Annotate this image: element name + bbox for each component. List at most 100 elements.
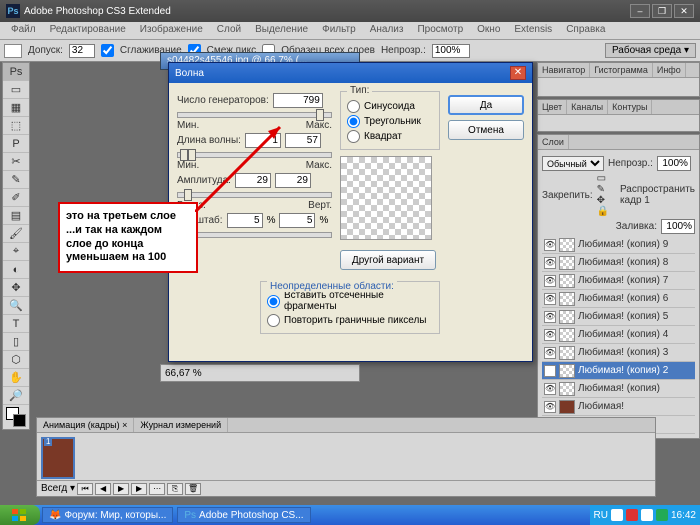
generators-slider[interactable] bbox=[177, 112, 332, 118]
wavelength-min-input[interactable] bbox=[245, 133, 281, 148]
visibility-icon[interactable]: 👁 bbox=[544, 293, 556, 305]
tab-layers[interactable]: Слои bbox=[538, 135, 569, 149]
tool-eraser[interactable]: ◐ bbox=[3, 261, 29, 279]
menu-filter[interactable]: Фильтр bbox=[315, 22, 363, 39]
layer-row[interactable]: 👁Любимая! (копия) 6 bbox=[542, 290, 695, 308]
undef-wrap-radio[interactable] bbox=[267, 295, 280, 308]
amplitude-max-input[interactable] bbox=[275, 173, 311, 188]
color-swatches[interactable] bbox=[3, 405, 29, 429]
visibility-icon[interactable]: 👁 bbox=[544, 365, 556, 377]
tab-paths[interactable]: Контуры bbox=[608, 100, 652, 114]
tool-hand[interactable]: ✋ bbox=[3, 369, 29, 387]
zoom-level[interactable]: 66,67 % bbox=[165, 368, 202, 379]
visibility-icon[interactable]: 👁 bbox=[544, 275, 556, 287]
randomize-button[interactable]: Другой вариант bbox=[340, 250, 436, 270]
ok-button[interactable]: Да bbox=[448, 95, 524, 115]
type-sine-radio[interactable] bbox=[347, 100, 360, 113]
tool-lasso[interactable]: ⬚ bbox=[3, 117, 29, 135]
task-photoshop[interactable]: PsAdobe Photoshop CS... bbox=[177, 507, 310, 523]
maximize-button[interactable]: ❐ bbox=[652, 4, 672, 18]
tab-animation[interactable]: Анимация (кадры) × bbox=[37, 418, 134, 432]
layer-row[interactable]: 👁Любимая! (копия) 9 bbox=[542, 236, 695, 254]
layer-row[interactable]: 👁Любимая! (копия) 5 bbox=[542, 308, 695, 326]
wavelength-max-input[interactable] bbox=[285, 133, 321, 148]
tray-icon[interactable] bbox=[656, 509, 668, 521]
tool-brush[interactable]: ▤ bbox=[3, 207, 29, 225]
tray-icon[interactable] bbox=[641, 509, 653, 521]
tool-heal[interactable]: ✐ bbox=[3, 189, 29, 207]
dialog-close-button[interactable]: ✕ bbox=[510, 66, 526, 80]
tab-info[interactable]: Инфо bbox=[653, 63, 686, 77]
visibility-icon[interactable]: 👁 bbox=[544, 401, 556, 413]
layer-row[interactable]: 👁Любимая! (копия) 8 bbox=[542, 254, 695, 272]
type-triangle-radio[interactable] bbox=[347, 115, 360, 128]
tab-navigator[interactable]: Навигатор bbox=[538, 63, 590, 77]
task-browser[interactable]: 🦊Форум: Мир, которы... bbox=[42, 507, 173, 523]
layer-row[interactable]: 👁Любимая! (копия) 4 bbox=[542, 326, 695, 344]
clock[interactable]: 16:42 bbox=[671, 510, 696, 521]
tool-shape[interactable]: ⬡ bbox=[3, 351, 29, 369]
amplitude-slider[interactable] bbox=[177, 192, 332, 198]
menu-layer[interactable]: Слой bbox=[210, 22, 248, 39]
tool-stamp[interactable]: 🖌 bbox=[3, 225, 29, 243]
layer-row[interactable]: 👁Любимая! (копия) 3 bbox=[542, 344, 695, 362]
layer-row[interactable]: 👁Любимая! (копия) bbox=[542, 380, 695, 398]
blend-mode-select[interactable]: Обычный bbox=[542, 156, 604, 171]
tray-icon[interactable] bbox=[626, 509, 638, 521]
type-square-radio[interactable] bbox=[347, 130, 360, 143]
scale-h-input[interactable] bbox=[227, 213, 263, 228]
first-frame-button[interactable]: ⏮ bbox=[77, 483, 93, 495]
scale-slider[interactable] bbox=[177, 232, 332, 238]
layer-opacity-input[interactable] bbox=[657, 156, 691, 171]
tab-measurement[interactable]: Журнал измерений bbox=[134, 418, 228, 432]
layer-row[interactable]: 👁Любимая! bbox=[542, 398, 695, 416]
tool-crop[interactable]: ✂ bbox=[3, 153, 29, 171]
visibility-icon[interactable]: 👁 bbox=[544, 383, 556, 395]
tool-gradient[interactable]: ✥ bbox=[3, 279, 29, 297]
tool-zoom[interactable]: 🔎 bbox=[3, 387, 29, 405]
antialias-checkbox[interactable] bbox=[101, 44, 114, 57]
undef-repeat-radio[interactable] bbox=[267, 314, 280, 327]
app-toggle[interactable]: Ps bbox=[3, 63, 29, 81]
visibility-icon[interactable]: 👁 bbox=[544, 257, 556, 269]
tool-eyedrop[interactable]: ✎ bbox=[3, 171, 29, 189]
tool-pen[interactable]: ▯ bbox=[3, 333, 29, 351]
menu-edit[interactable]: Редактирование bbox=[43, 22, 133, 39]
tool-blur[interactable]: 🔍 bbox=[3, 297, 29, 315]
tool-type[interactable]: T bbox=[3, 315, 29, 333]
tool-marquee[interactable]: ▦ bbox=[3, 99, 29, 117]
animation-frame[interactable]: 1 0 сек. bbox=[41, 437, 75, 479]
tab-channels[interactable]: Каналы bbox=[567, 100, 608, 114]
menu-window[interactable]: Окно bbox=[470, 22, 507, 39]
menu-file[interactable]: Файл bbox=[4, 22, 43, 39]
menu-analysis[interactable]: Анализ bbox=[363, 22, 411, 39]
tolerance-input[interactable] bbox=[69, 44, 95, 58]
scale-v-input[interactable] bbox=[279, 213, 315, 228]
tool-wand[interactable]: P bbox=[3, 135, 29, 153]
language-indicator[interactable]: RU bbox=[594, 510, 608, 521]
prev-frame-button[interactable]: ◀ bbox=[95, 483, 111, 495]
visibility-icon[interactable]: 👁 bbox=[544, 347, 556, 359]
tab-histogram[interactable]: Гистограмма bbox=[590, 63, 653, 77]
loop-select[interactable]: Всегд ▾ bbox=[41, 483, 75, 494]
menu-image[interactable]: Изображение bbox=[133, 22, 210, 39]
menu-help[interactable]: Справка bbox=[559, 22, 612, 39]
opacity-input[interactable] bbox=[432, 44, 470, 58]
new-frame-button[interactable]: ⎘ bbox=[167, 483, 183, 495]
menu-extensis[interactable]: Extensis bbox=[507, 22, 559, 39]
cancel-button[interactable]: Отмена bbox=[448, 120, 524, 140]
tab-color[interactable]: Цвет bbox=[538, 100, 567, 114]
tween-button[interactable]: ⋯ bbox=[149, 483, 165, 495]
tool-move[interactable]: ▭ bbox=[3, 81, 29, 99]
visibility-icon[interactable]: 👁 bbox=[544, 311, 556, 323]
amplitude-min-input[interactable] bbox=[235, 173, 271, 188]
wavelength-slider[interactable] bbox=[177, 152, 332, 158]
play-button[interactable]: ▶ bbox=[113, 483, 129, 495]
dialog-titlebar[interactable]: Волна ✕ bbox=[169, 63, 532, 83]
layer-fill-input[interactable] bbox=[661, 219, 695, 234]
workspace-button[interactable]: Рабочая среда ▾ bbox=[605, 43, 696, 58]
visibility-icon[interactable]: 👁 bbox=[544, 329, 556, 341]
close-button[interactable]: ✕ bbox=[674, 4, 694, 18]
tool-preset-icon[interactable] bbox=[4, 44, 22, 58]
minimize-button[interactable]: – bbox=[630, 4, 650, 18]
